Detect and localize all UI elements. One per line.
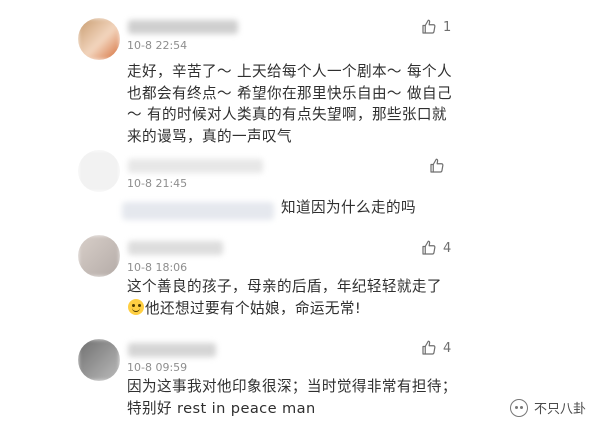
- comment-feed: 10-8 22:54 1 走好，辛苦了～ 上天给每个人一个剧本～ 每个人也都会有…: [0, 0, 613, 430]
- comment-text-part-1: 这个善良的孩子，母亲的后盾，年纪轻轻就走了: [127, 278, 442, 295]
- comment-text: 走好，辛苦了～ 上天给每个人一个剧本～ 每个人也都会有终点～ 希望你在那里快乐自…: [127, 63, 452, 145]
- username-redacted: [128, 343, 216, 357]
- comment-item-1: 10-8 22:54 1 走好，辛苦了～ 上天给每个人一个剧本～ 每个人也都会有…: [0, 0, 470, 155]
- thumbs-up-icon: [428, 157, 446, 175]
- watermark: 不只八卦: [510, 398, 586, 417]
- like-button[interactable]: 1: [420, 18, 451, 36]
- like-button[interactable]: 4: [420, 239, 451, 257]
- watermark-text: 不只八卦: [534, 402, 587, 417]
- like-button[interactable]: [428, 157, 451, 175]
- username-redacted: [128, 20, 238, 34]
- like-count: 4: [443, 240, 452, 256]
- comment-timestamp: 10-8 21:45: [127, 177, 188, 190]
- comment-timestamp: 10-8 22:54: [127, 39, 188, 52]
- avatar[interactable]: [78, 18, 120, 60]
- comment-item-3: 10-8 18:06 4 这个善良的孩子，母亲的后盾，年纪轻轻就走了他还想过要有…: [0, 231, 470, 326]
- avatar[interactable]: [78, 235, 120, 277]
- avatar[interactable]: [78, 150, 120, 192]
- comment-item-4: 10-8 09:59 4 因为这事我对他印象很深；当时觉得非常有担待； 特别好 …: [0, 328, 470, 430]
- thumbs-up-icon: [420, 18, 438, 36]
- username-redacted: [128, 159, 263, 173]
- comment-timestamp: 10-8 18:06: [127, 261, 188, 274]
- like-count: 4: [443, 340, 452, 356]
- wechat-icon: [510, 398, 528, 417]
- comment-item-2: 10-8 21:45 知道因为什么走的吗: [0, 150, 470, 230]
- comment-text-part-2: 他还想过要有个姑娘，命运无常!: [145, 299, 362, 317]
- username-redacted: [128, 241, 223, 255]
- avatar[interactable]: [78, 339, 120, 381]
- like-count: 1: [443, 19, 452, 35]
- redacted-content: [122, 202, 274, 220]
- comment-text: 知道因为什么走的吗: [281, 199, 416, 216]
- thumbs-up-icon: [420, 239, 438, 257]
- comment-timestamp: 10-8 09:59: [127, 361, 188, 374]
- thumbs-up-icon: [420, 339, 438, 357]
- comment-text: 这个善良的孩子，母亲的后盾，年纪轻轻就走了他还想过要有个姑娘，命运无常!: [127, 276, 457, 319]
- like-button[interactable]: 4: [420, 339, 451, 357]
- comment-text: 因为这事我对他印象很深；当时觉得非常有担待； 特别好 rest in peace…: [127, 378, 457, 417]
- crying-emoji-icon: [128, 298, 144, 315]
